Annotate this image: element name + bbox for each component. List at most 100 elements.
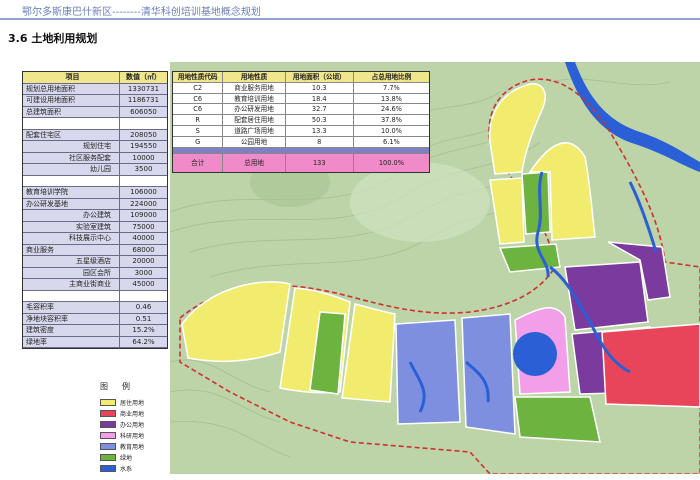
- stats-row-value: 224000: [119, 198, 167, 209]
- landuse-cell-area: 32.7: [286, 104, 354, 115]
- landuse-cell-area: 13.3: [286, 125, 354, 136]
- stats-row-value: 106000: [119, 187, 167, 198]
- parcel-green-north: [521, 171, 551, 235]
- terrain-ridge: [350, 162, 490, 242]
- parcel-office-1: [564, 261, 649, 331]
- stats-row-label: 科技展示中心: [69, 234, 111, 242]
- stats-row-value: 109000: [119, 210, 167, 221]
- landuse-total-ratio: 100.0%: [378, 158, 404, 167]
- stats-row: 绿地率 64.2%: [23, 336, 167, 348]
- landuse-row: S 道路广场用地 13.3 10.0%: [173, 125, 429, 137]
- stats-header-value: 数值（㎡）: [119, 72, 167, 83]
- stats-row-label: 社区服务配套: [69, 153, 111, 162]
- stats-row-value: 3000: [119, 267, 167, 278]
- legend-swatch: [100, 421, 116, 428]
- stats-row: 建筑密度 15.2%: [23, 325, 167, 337]
- stats-row-label: 配套住宅区: [26, 130, 61, 139]
- legend-title: 图例: [100, 382, 144, 391]
- stats-row-label: 实验室建筑: [76, 222, 111, 231]
- stats-row: 主商业街商业 45000: [23, 279, 167, 291]
- stats-row-value: [119, 118, 167, 129]
- stats-row-label: [23, 176, 119, 187]
- stats-row-label: 总建筑面积: [26, 107, 61, 116]
- legend-label: 绿地: [120, 455, 133, 462]
- stats-row-label: 五星级酒店: [76, 257, 111, 265]
- stats-row-label: 教育培训学院: [26, 188, 68, 196]
- header-title: 鄂尔多斯康巴什新区--------清华科创培训基地概念规划: [22, 7, 261, 18]
- legend-swatch: [100, 399, 116, 406]
- stats-row: 办公建筑 109000: [23, 210, 167, 222]
- stats-row: 商业服务 68000: [23, 244, 167, 256]
- landuse-cell-area: 8: [286, 136, 354, 147]
- stats-row: 五星级酒店 20000: [23, 256, 167, 268]
- stats-row-value: 194550: [119, 141, 167, 152]
- stats-row-value: [119, 290, 167, 301]
- legend-swatch: [100, 454, 116, 461]
- stats-row: 总建筑面积 606050: [23, 106, 167, 118]
- legend-item: 教育用地: [100, 442, 144, 451]
- stats-row-label: 办公建筑: [83, 211, 111, 219]
- stats-table: 项目 数值（㎡） 规划总用地面积 1330731 可建设用地面积 1186731 总建筑…: [22, 71, 168, 349]
- header-divider: [0, 18, 700, 20]
- stats-row: 园区会所 3000: [23, 267, 167, 279]
- landuse-header-ratio: 占总用地比例: [371, 73, 412, 81]
- stats-row-value: 15.2%: [119, 325, 167, 336]
- legend-label: 水系: [120, 466, 133, 473]
- stats-row-label: 规划住宅: [83, 142, 111, 150]
- landuse-cell-type: 教育培训用地: [223, 93, 286, 104]
- landuse-total-code: 合计: [173, 153, 224, 172]
- legend-label: 科研用地: [120, 433, 145, 440]
- stats-table-header: 项目 数值（㎡）: [23, 72, 167, 84]
- legend-item: 绿地: [100, 453, 132, 462]
- stats-row: 社区服务配套 10000: [23, 152, 167, 164]
- landuse-cell-code: C2: [173, 82, 224, 93]
- landuse-cell-type: 配套居住用地: [223, 115, 286, 125]
- landuse-cell-code: C6: [173, 93, 224, 104]
- stats-row-label: 规划总用地面积: [26, 84, 75, 93]
- landuse-cell-area: 18.4: [286, 93, 354, 104]
- legend-item: 办公用地: [100, 420, 144, 429]
- landuse-cell-area: 10.3: [286, 82, 354, 93]
- legend-item: 科研用地: [100, 431, 144, 440]
- landuse-row: R 配套居住用地 50.3 37.8%: [173, 115, 429, 126]
- stats-row-label: [23, 118, 119, 129]
- landuse-cell-ratio: 37.8%: [380, 116, 402, 125]
- stats-row: [23, 290, 167, 302]
- stats-row: [23, 175, 167, 187]
- legend-item: 水系: [100, 464, 132, 473]
- stats-row: 净地块容积率 0.51: [23, 313, 167, 325]
- legend-item: 商业用地: [100, 409, 144, 418]
- stats-row-value: 208050: [119, 129, 167, 140]
- stats-row: 教育培训学院 106000: [23, 187, 167, 199]
- stats-row-value: 68000: [119, 244, 167, 255]
- legend-label: 教育用地: [120, 444, 145, 451]
- landuse-row: G 公园用地 8 6.1%: [173, 136, 429, 148]
- stats-row-value: 0.46: [119, 302, 167, 313]
- stats-row: 可建设用地面积 1186731: [23, 95, 167, 107]
- stats-row: 毛容积率 0.46: [23, 302, 167, 314]
- stats-row-value: 64.2%: [119, 336, 167, 347]
- landuse-cell-type: 办公研发用地: [223, 104, 286, 115]
- stats-row-label: 主商业街商业: [69, 280, 111, 288]
- landuse-table-header: 用地性质代码 用地性质 用地面积（公顷） 占总用地比例: [173, 72, 429, 83]
- stats-row-value: 606050: [119, 106, 167, 117]
- stats-row: [23, 118, 167, 130]
- landuse-cell-code: R: [173, 115, 224, 125]
- landuse-cell-ratio: 24.6%: [380, 105, 402, 114]
- landuse-cell-ratio: 10.0%: [380, 126, 402, 135]
- landuse-cell-ratio: 13.8%: [380, 94, 402, 103]
- parcel-education-1: [395, 319, 461, 425]
- stats-row-label: 净地块容积率: [26, 314, 68, 323]
- landuse-cell-type: 公园用地: [223, 136, 286, 147]
- stats-row-value: 45000: [119, 279, 167, 290]
- stats-row-label: 建筑密度: [26, 326, 54, 334]
- stats-row-value: [119, 175, 167, 186]
- landuse-total-area: 133: [286, 153, 354, 172]
- legend-label: 商业用地: [120, 411, 145, 418]
- landuse-cell-code: G: [173, 136, 224, 147]
- landuse-cell-type: 道路广场用地: [223, 125, 286, 136]
- stats-row-label: 办公研发基地: [26, 199, 68, 208]
- landuse-cell-area: 50.3: [286, 115, 354, 125]
- legend-swatch: [100, 410, 116, 417]
- stats-row-label: 园区会所: [83, 268, 111, 277]
